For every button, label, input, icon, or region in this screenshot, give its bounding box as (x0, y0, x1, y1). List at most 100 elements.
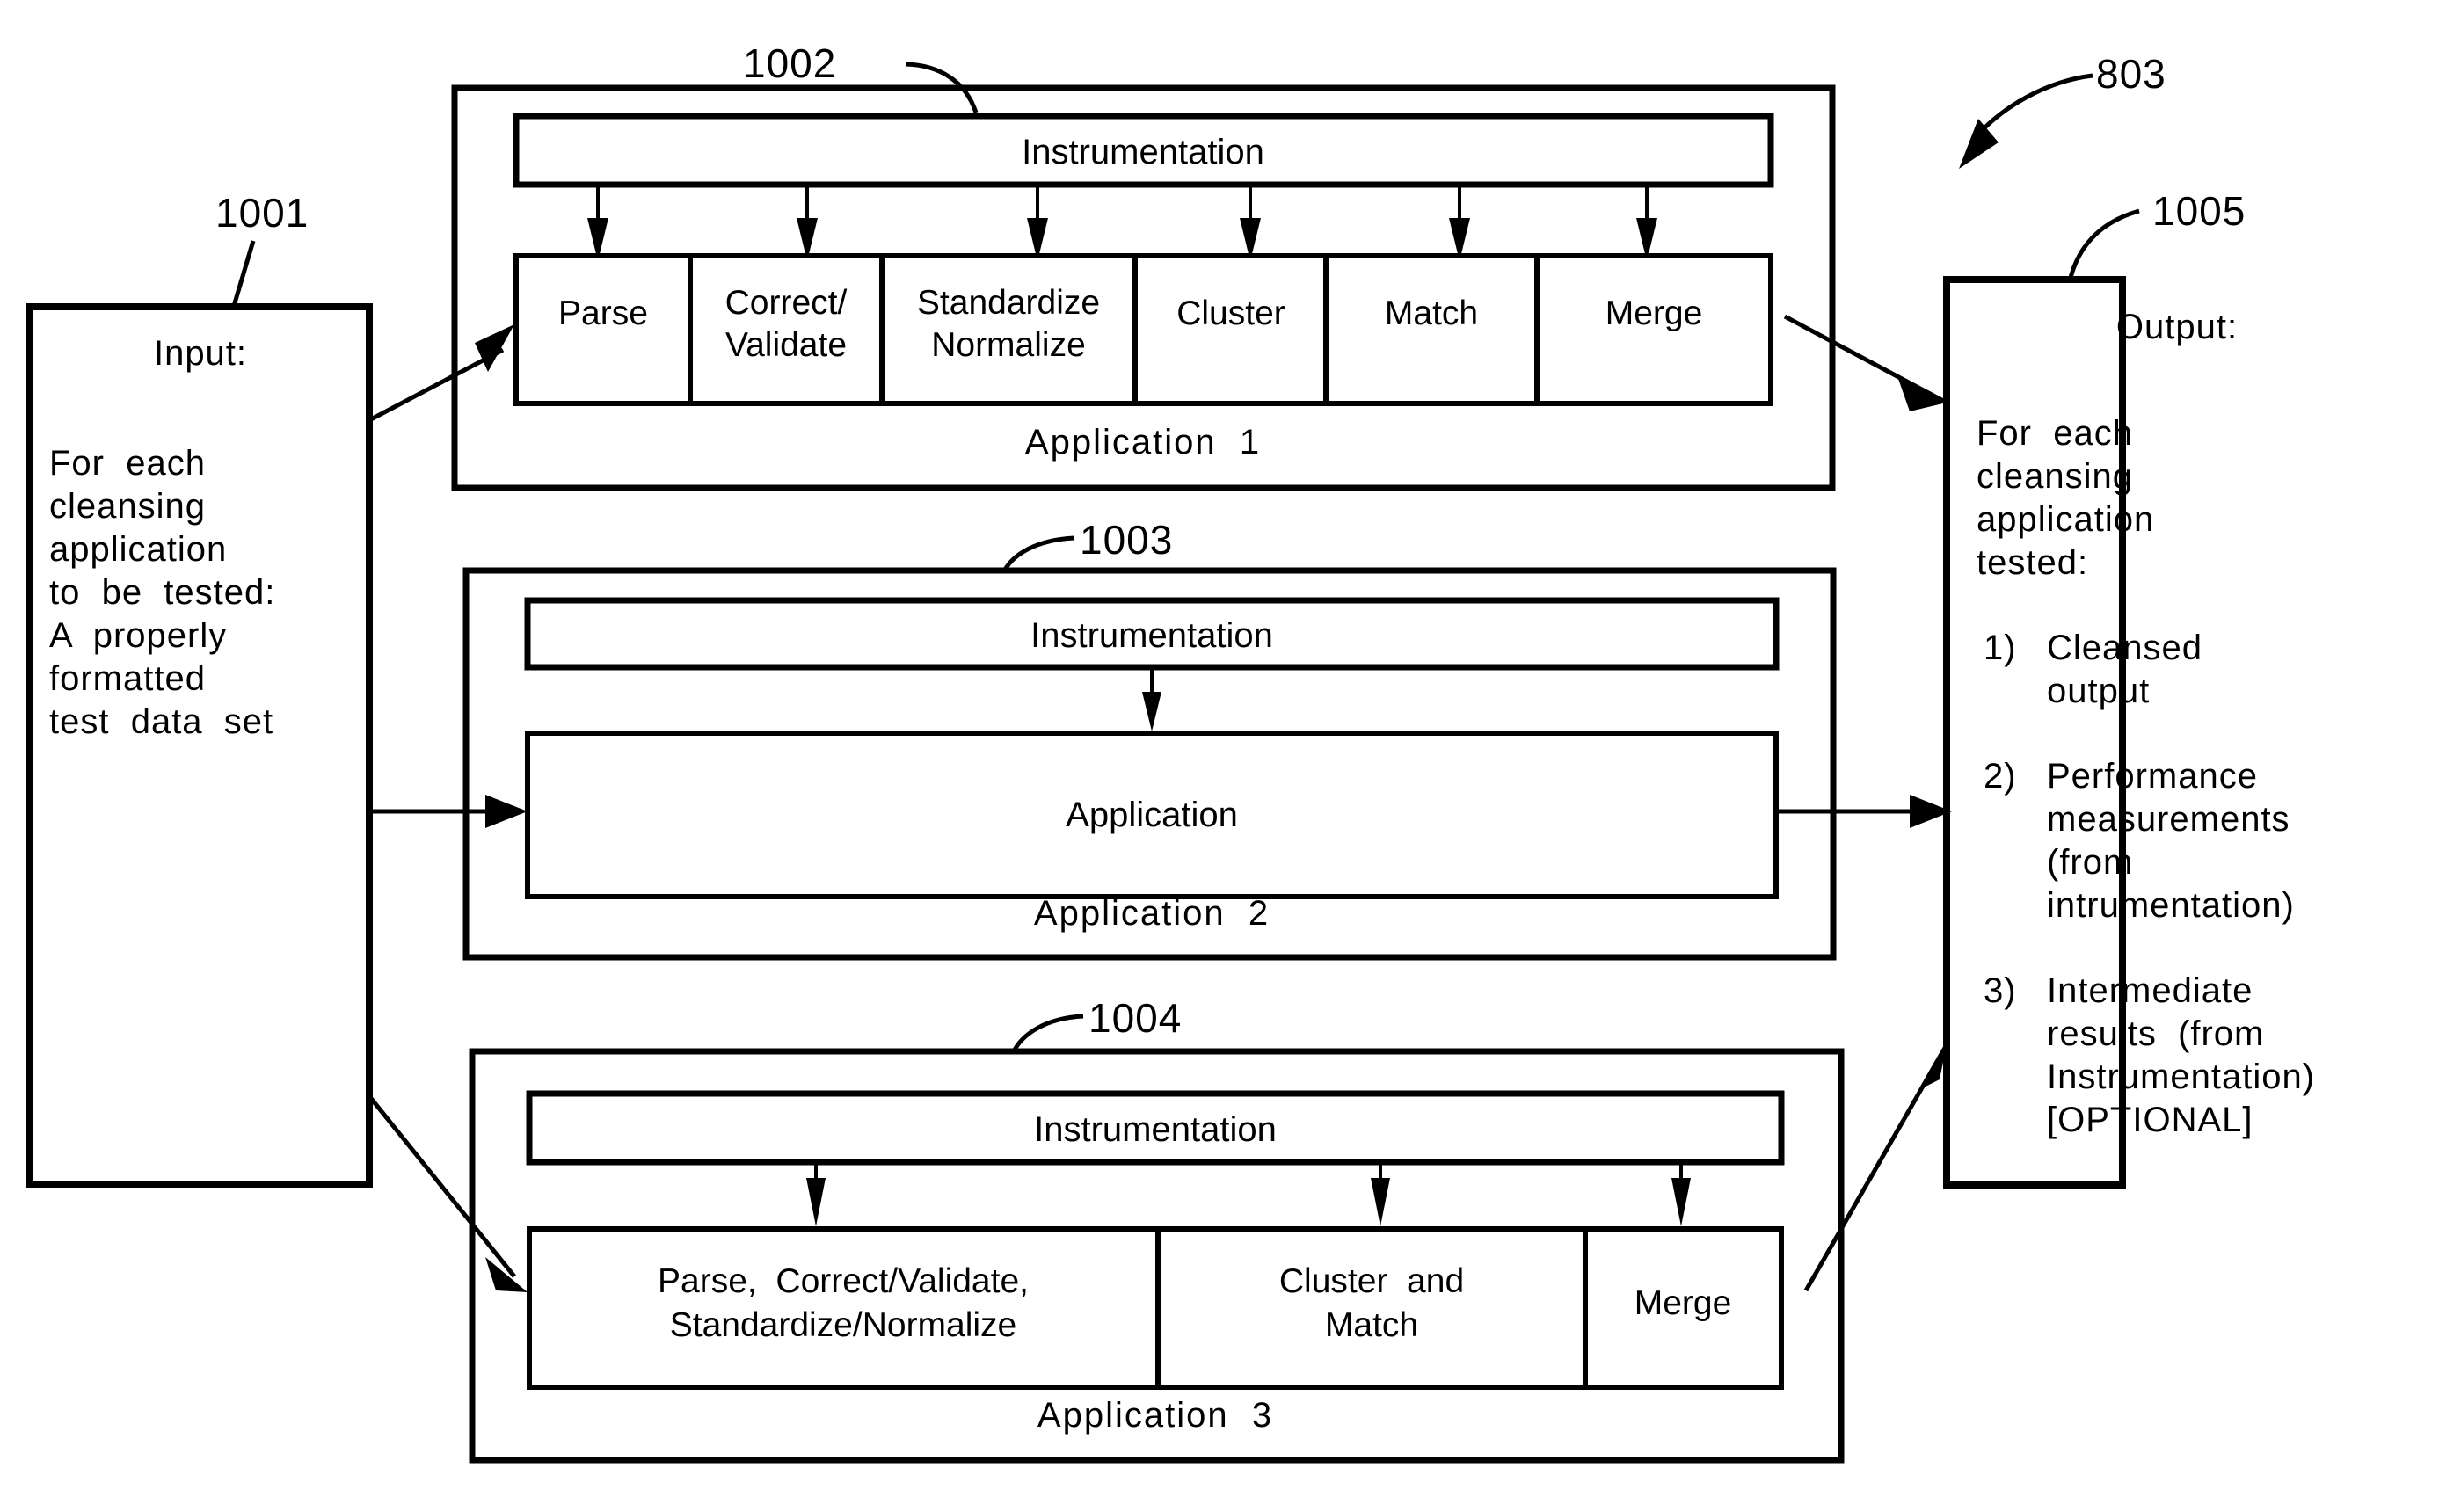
output-item-line: measurements (2047, 800, 2290, 839)
stage-label-line: Application (1066, 796, 1238, 834)
ref-callout-1001: 1001 (215, 190, 309, 307)
input-box-title: Input: (154, 334, 247, 373)
output-box-line-2: application (1977, 500, 2154, 539)
application-3-caption: Application 3 (1037, 1396, 1273, 1435)
stage-label-line: Match (1325, 1306, 1418, 1344)
output-box-line-3: tested: (1977, 543, 2088, 582)
stage-box[interactable]: Match (1323, 253, 1540, 406)
output-box-line-1: cleansing (1977, 457, 2133, 496)
stage-label-line: Cluster and (1279, 1262, 1464, 1300)
stage-box[interactable]: Parse (513, 253, 693, 406)
stage-box[interactable]: Merge (1583, 1226, 1784, 1390)
stage-label-line: Merge (1634, 1284, 1732, 1322)
stage-box[interactable]: Merge (1534, 253, 1773, 406)
stage-label-line: Cluster (1176, 294, 1285, 332)
flow-application-1-to-output (1783, 314, 1948, 411)
instrumentation-arrow (587, 186, 608, 261)
ref-label-1005: 1005 (2152, 188, 2246, 234)
stage-label-line: Parse (558, 294, 648, 332)
stage-box[interactable]: Correct/ Validate (688, 253, 885, 406)
stage-label-line: Normalize (931, 326, 1086, 364)
patent-figure: 1002 803 1001 1005 1003 1004 Input: For … (0, 0, 2439, 1512)
flow-input-to-application-3 (368, 1094, 528, 1292)
ref-label-1003: 1003 (1080, 517, 1173, 563)
stage-box[interactable]: Cluster (1132, 253, 1329, 406)
output-item-line: results (from (2047, 1014, 2264, 1053)
input-box-line-5: formatted (49, 659, 206, 698)
input-box-line-1: cleansing (49, 487, 206, 526)
instrumentation-arrow (1240, 186, 1261, 261)
ref-callout-1005: 1005 (2065, 188, 2246, 291)
application-3-instrumentation-label: Instrumentation (1034, 1110, 1277, 1149)
stage-label-line: Correct/ (725, 284, 848, 322)
instrumentation-arrow (1671, 1164, 1691, 1226)
ref-callout-1003: 1003 (1001, 517, 1173, 573)
application-2-instrumentation-label: Instrumentation (1030, 616, 1273, 655)
input-box-frame (26, 303, 373, 1188)
application-3-instrumentation-arrows (806, 1164, 1691, 1226)
application-2-caption: Application 2 (1034, 894, 1270, 933)
output-item-line: Cleansed (2047, 629, 2202, 667)
flow-input-to-application-2 (369, 795, 528, 828)
output-item-marker: 3) (1984, 971, 2017, 1010)
instrumentation-arrow (1142, 669, 1161, 731)
output-item-marker: 2) (1984, 757, 2017, 796)
application-2-instrumentation-arrows (1142, 669, 1161, 731)
stage-label-line: Standardize/Normalize (670, 1306, 1017, 1344)
stage-box[interactable]: Cluster and Match (1155, 1226, 1588, 1390)
stage-label-line: Standardize (917, 284, 1100, 322)
flow-application-3-to-output (1803, 1044, 1948, 1292)
application-1-caption: Application 1 (1025, 423, 1261, 462)
output-box: Output: For each cleansing application t… (1943, 276, 2315, 1189)
output-item-marker: 1) (1984, 629, 2017, 667)
figure-canvas: 1002 803 1001 1005 1003 1004 Input: For … (26, 40, 2315, 1464)
stage-label-line: Match (1385, 294, 1478, 332)
input-box: Input: For each cleansing application to… (26, 303, 373, 1188)
output-item-line: intrumentation) (2047, 886, 2295, 925)
instrumentation-arrow (1449, 186, 1470, 261)
instrumentation-arrow (1636, 186, 1657, 261)
ref-label-1001: 1001 (215, 190, 309, 236)
stage-label-line: Parse, Correct/Validate, (658, 1262, 1029, 1300)
application-1-group: Instrumentation Parse Correct/ Validate … (451, 84, 1836, 491)
flow-application-2-to-output (1776, 795, 1952, 828)
stage-label-line: Validate (725, 326, 847, 364)
output-item-line: Performance (2047, 757, 2258, 796)
application-1-instrumentation-label: Instrumentation (1022, 133, 1264, 171)
application-3-stages: Parse, Correct/Validate, Standardize/Nor… (527, 1226, 1784, 1390)
output-box-title: Output: (2116, 308, 2238, 346)
input-box-line-4: A properly (49, 616, 227, 655)
leader-line-1004 (1010, 1014, 1084, 1055)
stage-box[interactable]: Application (525, 731, 1779, 899)
input-box-line-0: For each (49, 444, 206, 483)
ref-callout-1002: 1002 (743, 40, 979, 113)
instrumentation-arrow (797, 186, 818, 261)
application-3-group: Instrumentation Parse, Correct/Validate,… (469, 1048, 1845, 1464)
instrumentation-arrow (806, 1164, 826, 1226)
stage-box[interactable]: Parse, Correct/Validate, Standardize/Nor… (527, 1226, 1161, 1390)
instrumentation-arrow (1371, 1164, 1390, 1226)
output-item-line: Instrumentation) (2047, 1058, 2315, 1096)
input-box-line-2: application (49, 530, 227, 569)
application-2-group: Instrumentation Application Application … (462, 567, 1837, 961)
input-box-line-3: to be tested: (49, 573, 275, 612)
leader-line-1003 (1001, 535, 1075, 573)
leader-arrowhead-803 (1959, 119, 1999, 169)
application-1-stages: Parse Correct/ Validate Standardize Norm… (513, 253, 1773, 406)
application-2-stages: Application (525, 731, 1779, 899)
output-item-line: Intermediate (2047, 971, 2253, 1010)
output-item-line: (from (2047, 843, 2133, 882)
ref-label-1002: 1002 (743, 40, 836, 86)
stage-box[interactable]: Standardize Normalize (879, 253, 1138, 406)
application-1-instrumentation-arrows (587, 186, 1657, 261)
input-box-line-6: test data set (49, 702, 273, 741)
ref-label-1004: 1004 (1088, 995, 1182, 1041)
ref-label-803: 803 (2096, 51, 2166, 97)
ref-callout-1004: 1004 (1010, 995, 1182, 1055)
ref-callout-803: 803 (1959, 51, 2166, 169)
flow-input-to-application-1 (368, 324, 514, 423)
output-box-line-0: For each (1977, 414, 2133, 453)
leader-line-1001 (231, 240, 256, 307)
instrumentation-arrow (1027, 186, 1048, 261)
output-item-line: output (2047, 672, 2150, 710)
